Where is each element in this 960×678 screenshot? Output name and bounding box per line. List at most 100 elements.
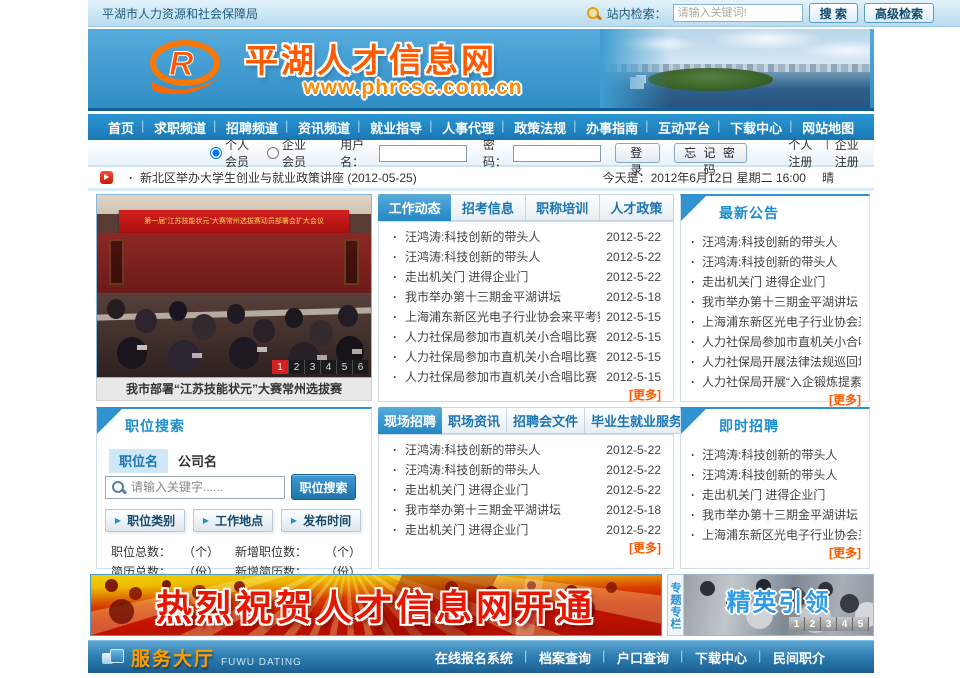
announcement-link[interactable]: 汪鸿涛:科技创新的带头人 xyxy=(702,255,837,269)
username-input[interactable] xyxy=(379,145,467,162)
nav-item[interactable]: 就业指导 xyxy=(360,118,432,137)
news-link[interactable]: 汪鸿涛:科技创新的带头人 xyxy=(405,440,600,460)
site-search-input[interactable] xyxy=(673,4,803,22)
elite-page-number[interactable]: 2 xyxy=(805,617,821,631)
job-filters: 职位类别工作地点发布时间 xyxy=(105,509,371,532)
service-link[interactable]: 户口查询 xyxy=(604,648,682,667)
news-link[interactable]: 走出机关门 进得企业门 xyxy=(405,520,600,540)
ticker-link[interactable]: 新北区举办大学生创业与就业政策讲座 (2012-05-25) xyxy=(129,169,417,186)
news-link[interactable]: 汪鸿涛:科技创新的带头人 xyxy=(405,460,600,480)
tab[interactable]: 工作动态 xyxy=(378,194,451,221)
announcement-link[interactable]: 人力社保局参加市直机关小合唱比赛 xyxy=(702,335,861,349)
instant-job-link[interactable]: 上海浦东新区光电子行业协会来平考 xyxy=(702,528,861,542)
news-date: 2012-5-18 xyxy=(606,500,661,520)
news-item: 走出机关门 进得企业门 2012-5-22 xyxy=(393,267,661,287)
slide-page-number[interactable]: 6 xyxy=(352,360,368,374)
nav-item[interactable]: 求职频道 xyxy=(144,118,216,137)
login-button[interactable]: 登 录 xyxy=(615,143,660,163)
announcement-link[interactable]: 人力社保局开展法律法规巡回培训 xyxy=(702,355,861,369)
personal-member-option[interactable]: 个人会员 xyxy=(210,136,257,170)
nav-item[interactable]: 网站地图 xyxy=(792,118,864,137)
service-hall-icon xyxy=(102,649,123,666)
announcement-link[interactable]: 走出机关门 进得企业门 xyxy=(702,275,825,289)
job-search-button[interactable]: 职位搜索 xyxy=(291,474,356,500)
news-link[interactable]: 人力社保局参加市直机关小合唱比赛 xyxy=(405,367,600,387)
tab-company-name[interactable]: 公司名 xyxy=(168,449,227,473)
job-search-row: 职位搜索 xyxy=(105,474,371,500)
tab[interactable]: 职场资讯 xyxy=(442,407,507,434)
forgot-password-button[interactable]: 忘 记 密 码 xyxy=(674,143,748,163)
service-link[interactable]: 档案查询 xyxy=(526,648,604,667)
photo-people xyxy=(107,299,125,319)
nav-item[interactable]: 政策法规 xyxy=(504,118,576,137)
elite-page-number[interactable]: 5 xyxy=(853,617,869,631)
nav-item[interactable]: 下载中心 xyxy=(720,118,792,137)
news-link[interactable]: 走出机关门 进得企业门 xyxy=(405,267,600,287)
advanced-search-button[interactable]: 高级检索 xyxy=(864,3,934,23)
more-link[interactable]: [更多] xyxy=(393,540,661,557)
search-button[interactable]: 搜 索 xyxy=(809,3,858,23)
filter-button[interactable]: 职位类别 xyxy=(105,509,185,532)
password-input[interactable] xyxy=(513,145,601,162)
keyword-input[interactable] xyxy=(131,480,276,494)
elite-page-number[interactable]: 3 xyxy=(821,617,837,631)
news-item: 走出机关门 进得企业门 2012-5-22 xyxy=(393,480,661,500)
tab[interactable]: 毕业生就业服务 xyxy=(585,407,689,434)
slide-page-number[interactable]: 3 xyxy=(304,360,320,374)
filter-button[interactable]: 工作地点 xyxy=(193,509,273,532)
news-link[interactable]: 汪鸿涛:科技创新的带头人 xyxy=(405,227,600,247)
news-link[interactable]: 人力社保局参加市直机关小合唱比赛 xyxy=(405,327,600,347)
nav-item[interactable]: 办事指南 xyxy=(576,118,648,137)
elite-photo[interactable]: 精英引领 12345 xyxy=(684,574,874,636)
slide-page-number[interactable]: 2 xyxy=(288,360,304,374)
tab[interactable]: 职称培训 xyxy=(526,194,600,221)
nav-item[interactable]: 资讯频道 xyxy=(288,118,360,137)
service-link[interactable]: 民间职介 xyxy=(760,648,838,667)
slide-page-number[interactable]: 1 xyxy=(272,360,288,374)
tab[interactable]: 招考信息 xyxy=(451,194,525,221)
news-link[interactable]: 走出机关门 进得企业门 xyxy=(405,480,600,500)
announcement-link[interactable]: 汪鸿涛:科技创新的带头人 xyxy=(702,235,837,249)
slide-page-number[interactable]: 4 xyxy=(320,360,336,374)
news-item: 人力社保局参加市直机关小合唱比赛 2012-5-15 xyxy=(393,327,661,347)
elite-title: 精英引领 xyxy=(727,583,831,618)
more-link[interactable]: [更多] xyxy=(393,387,661,404)
company-member-option[interactable]: 企业会员 xyxy=(267,136,314,170)
tab[interactable]: 招聘会文件 xyxy=(507,407,585,434)
celebration-banner[interactable]: 热烈祝贺人才信息网开通 xyxy=(90,574,662,636)
news-link[interactable]: 上海浦东新区光电子行业协会来平考察 xyxy=(405,307,600,327)
more-link[interactable]: [更多] xyxy=(691,545,861,562)
company-register-link[interactable]: 企业注册 xyxy=(828,136,874,170)
personal-member-radio[interactable] xyxy=(210,147,222,159)
news-item: 我市举办第十三期金平湖讲坛 2012-5-18 xyxy=(393,287,661,307)
special-column-strip[interactable]: 专题专栏 xyxy=(667,574,684,636)
nav-item[interactable]: 互动平台 xyxy=(648,118,720,137)
instant-job-link[interactable]: 汪鸿涛:科技创新的带头人 xyxy=(702,468,837,482)
nav-item[interactable]: 首页 xyxy=(98,118,144,137)
announcement-link[interactable]: 我市举办第十三期金平湖讲坛 xyxy=(702,295,858,309)
elite-page-number[interactable]: 1 xyxy=(789,617,805,631)
filter-button[interactable]: 发布时间 xyxy=(281,509,361,532)
tab[interactable]: 现场招聘 xyxy=(378,407,442,434)
slide-page-number[interactable]: 5 xyxy=(336,360,352,374)
news-link[interactable]: 我市举办第十三期金平湖讲坛 xyxy=(405,287,600,307)
instant-job-link[interactable]: 我市举办第十三期金平湖讲坛 xyxy=(702,508,858,522)
service-link[interactable]: 下载中心 xyxy=(682,648,760,667)
photo-caption[interactable]: 我市部署“江苏技能状元”大赛常州选拔赛 xyxy=(96,378,372,401)
personal-register-link[interactable]: 个人注册 xyxy=(781,136,827,170)
tab[interactable]: 人才政策 xyxy=(600,194,674,221)
tab-position-name[interactable]: 职位名 xyxy=(109,449,168,473)
instant-job-link[interactable]: 走出机关门 进得企业门 xyxy=(702,488,825,502)
service-link[interactable]: 在线报名系统 xyxy=(422,648,526,667)
news-item: 人力社保局参加市直机关小合唱比赛 2012-5-15 xyxy=(393,347,661,367)
news-link[interactable]: 汪鸿涛:科技创新的带头人 xyxy=(405,247,600,267)
elite-page-number[interactable]: 4 xyxy=(837,617,853,631)
news-link[interactable]: 人力社保局参加市直机关小合唱比赛 xyxy=(405,347,600,367)
nav-item[interactable]: 招聘频道 xyxy=(216,118,288,137)
announcement-link[interactable]: 人力社保局开展“入企锻炼提素质” xyxy=(702,375,861,389)
nav-item[interactable]: 人事代理 xyxy=(432,118,504,137)
company-member-radio[interactable] xyxy=(267,147,279,159)
instant-job-link[interactable]: 汪鸿涛:科技创新的带头人 xyxy=(702,448,837,462)
announcement-link[interactable]: 上海浦东新区光电子行业协会来平考 xyxy=(702,315,861,329)
news-link[interactable]: 我市举办第十三期金平湖讲坛 xyxy=(405,500,600,520)
